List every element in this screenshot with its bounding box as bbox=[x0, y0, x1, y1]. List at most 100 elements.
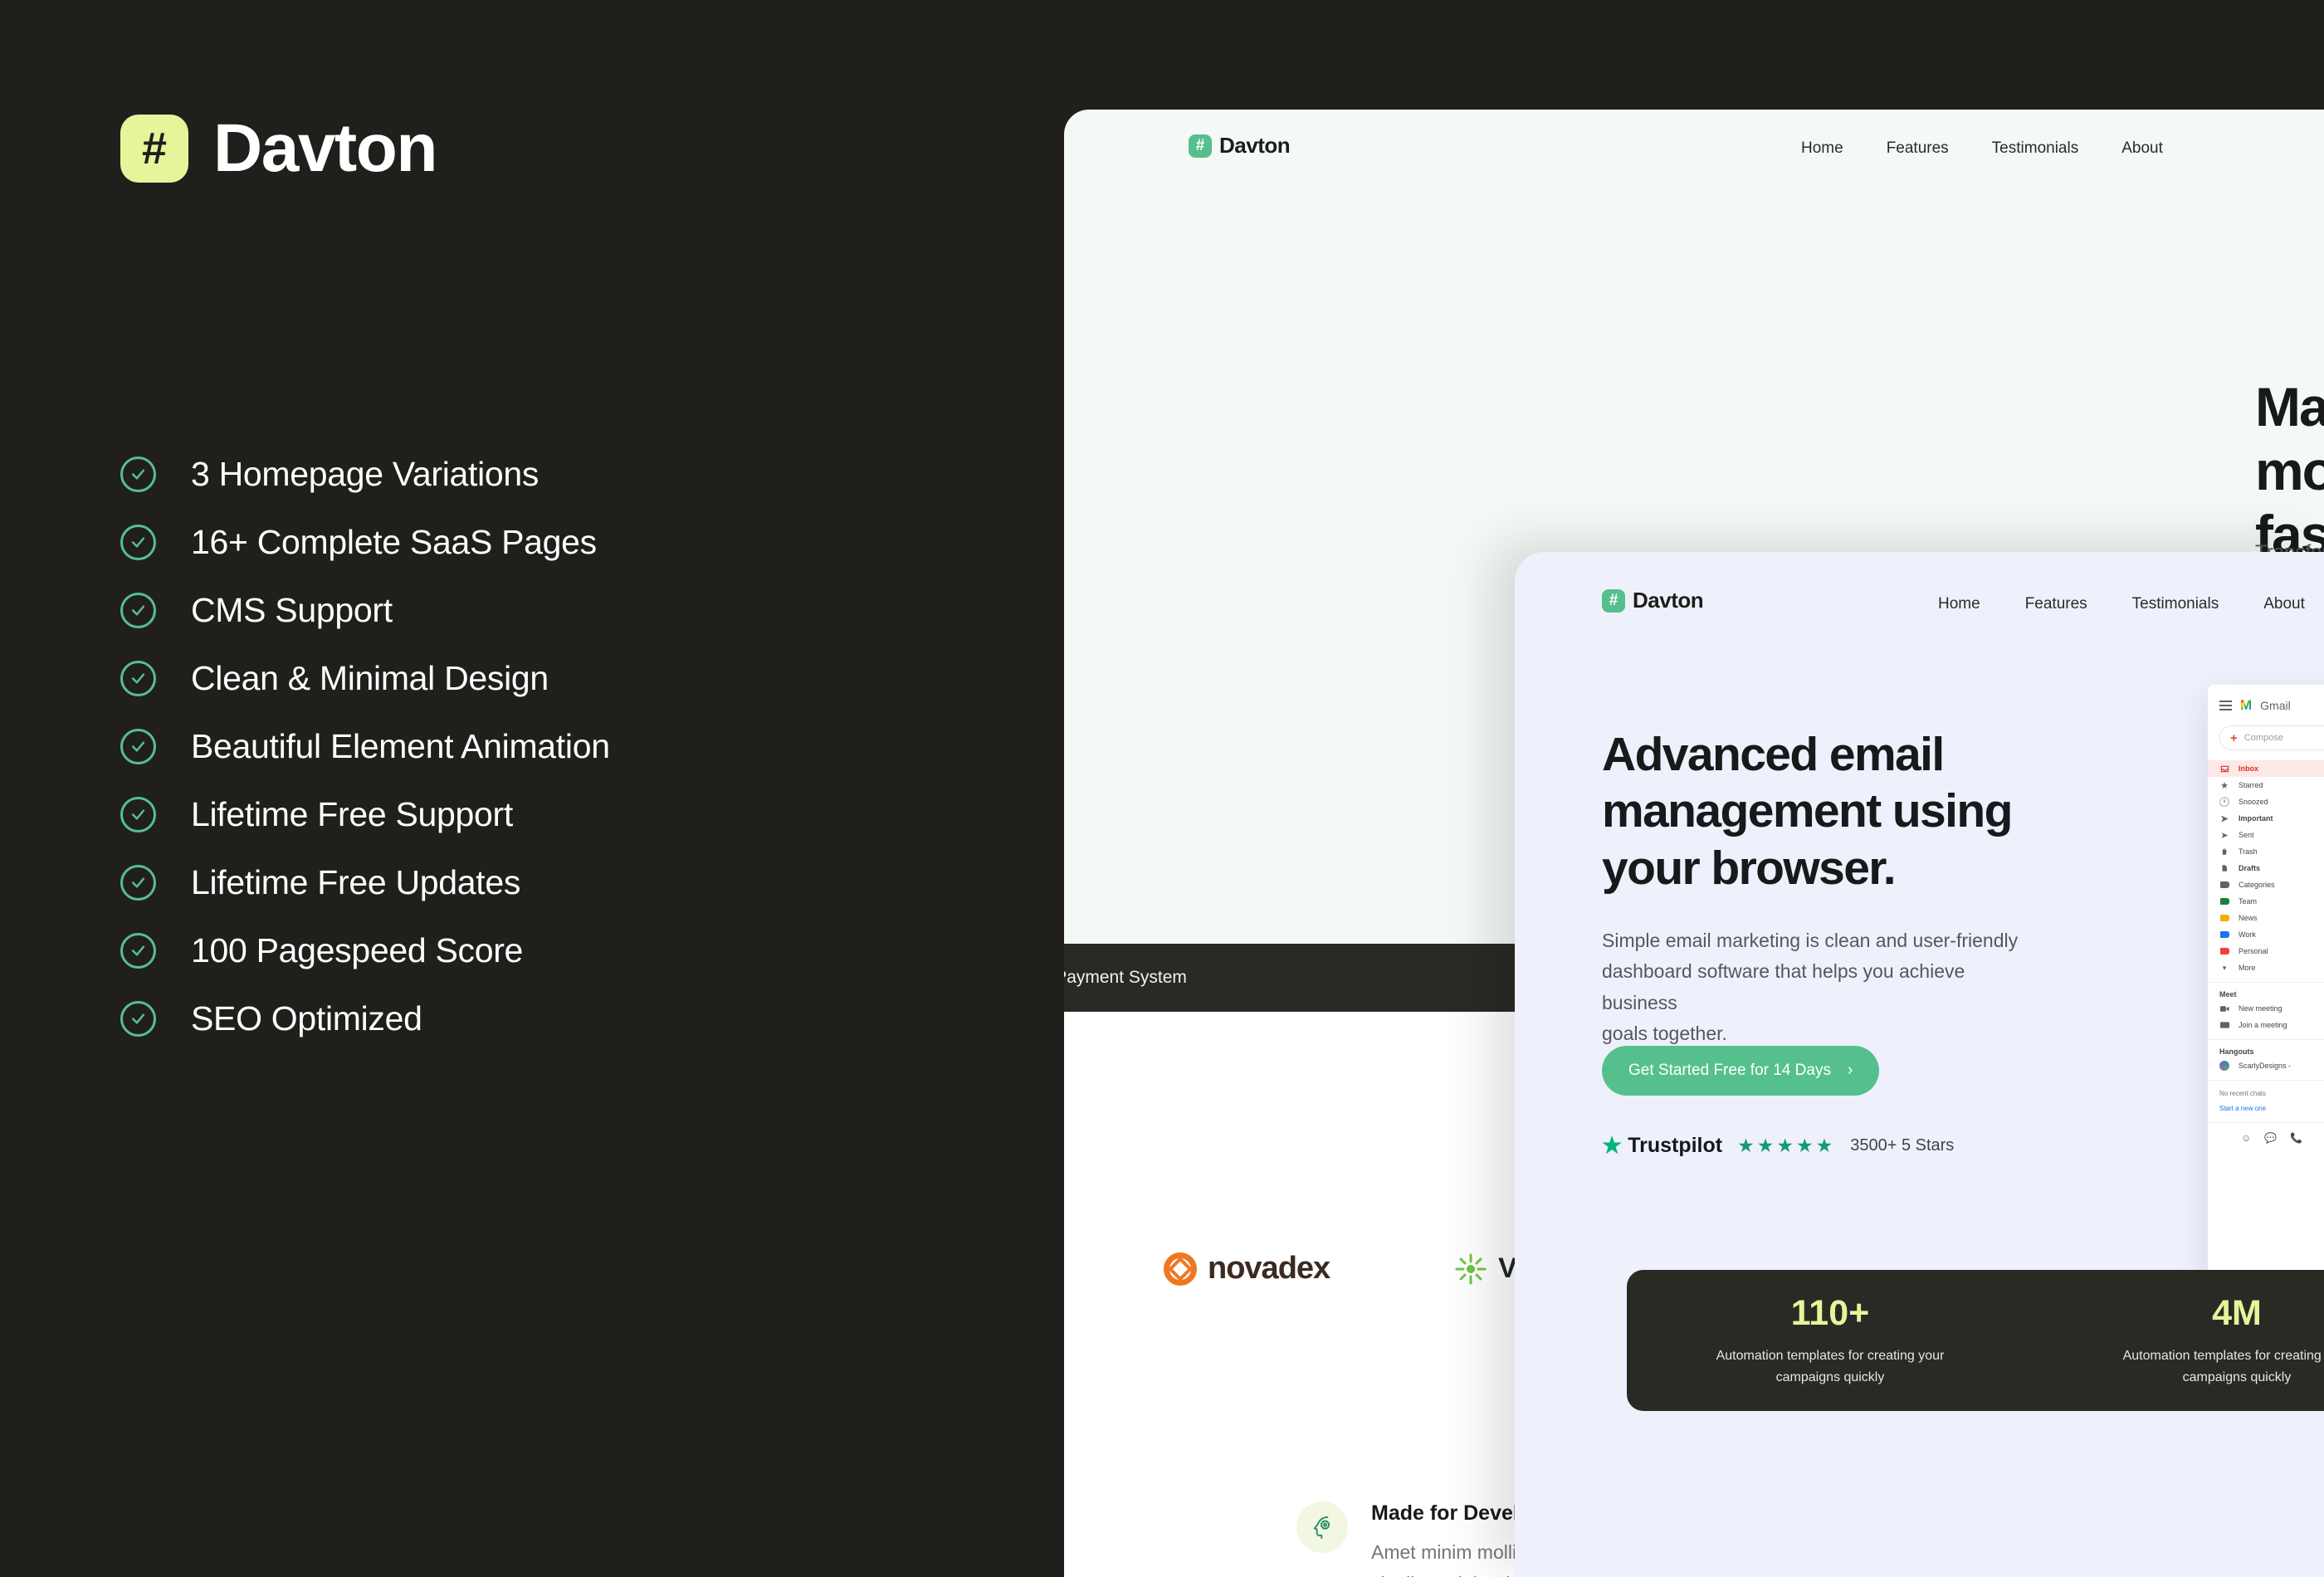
gmail-item-more[interactable]: ▾ More bbox=[2208, 959, 2324, 976]
get-started-free-button[interactable]: Get Started Free for 14 Days › bbox=[1602, 1046, 1880, 1096]
avatar bbox=[2219, 1061, 2229, 1071]
hangouts-section-header: Hangouts bbox=[2219, 1047, 2254, 1056]
dev-body: Amet minim mollit sit aliqua dolor do co… bbox=[1371, 1537, 1531, 1577]
gmail-item-label: Snoozed bbox=[2239, 798, 2268, 806]
feature-chip: ed Payment System bbox=[1064, 968, 1187, 988]
mockup1-logo[interactable]: # Davton bbox=[1189, 133, 1291, 159]
chat-icon[interactable]: 💬 bbox=[2264, 1132, 2277, 1144]
check-circle-icon bbox=[120, 796, 156, 832]
feature-label: Lifetime Free Support bbox=[191, 794, 513, 833]
meet-section-header: Meet bbox=[2219, 990, 2237, 998]
compose-label: Compose bbox=[2243, 733, 2283, 743]
check-circle-icon bbox=[120, 592, 156, 628]
feature-label: CMS Support bbox=[191, 590, 393, 629]
label-icon bbox=[2219, 930, 2229, 940]
gmail-item-news[interactable]: News bbox=[2208, 910, 2324, 926]
gmail-item-snoozed[interactable]: 🕐 Snoozed bbox=[2208, 793, 2324, 810]
left-promo-panel: # Davton 3 Homepage Variations 16+ Compl… bbox=[0, 0, 1064, 1577]
hero-sub-line1: Simple email marketing is clean and user… bbox=[1602, 930, 2019, 951]
mockup2-hero-title: Advanced email management using your bro… bbox=[1602, 726, 2013, 896]
gmail-hangouts-user[interactable]: ScarlyDesigns - bbox=[2208, 1057, 2324, 1074]
gmail-logo-icon: M bbox=[2240, 697, 2253, 713]
nav-item-testimonials[interactable]: Testimonials bbox=[1992, 139, 2079, 158]
gmail-item-categories[interactable]: Categories bbox=[2208, 876, 2324, 893]
hero-title-line1: Manage money, bbox=[2255, 376, 2324, 502]
gmail-sidebar-panel: M Gmail + Compose Inbox ★ Starred 🕐 Snoo… bbox=[2208, 685, 2324, 1282]
gmail-item-team[interactable]: Team bbox=[2208, 893, 2324, 910]
check-circle-icon bbox=[120, 660, 156, 696]
chevron-right-icon: › bbox=[1847, 1062, 1853, 1079]
gmail-item-join-meeting[interactable]: Join a meeting bbox=[2208, 1017, 2324, 1033]
inbox-icon bbox=[2219, 764, 2229, 774]
divider bbox=[2208, 1122, 2324, 1123]
gmail-item-label: New meeting bbox=[2239, 1004, 2282, 1013]
keyboard-icon bbox=[2219, 1020, 2229, 1030]
nav-item-home[interactable]: Home bbox=[1938, 595, 1980, 613]
logo-novadex: novadex bbox=[1164, 1251, 1330, 1286]
nav-item-testimonials[interactable]: Testimonials bbox=[2132, 595, 2219, 613]
stat-caption: Automation templates for creating your c… bbox=[1716, 1348, 1945, 1384]
hero-sub-line2: dashboard software that helps you achiev… bbox=[1602, 960, 1965, 1013]
divider bbox=[2208, 1080, 2324, 1081]
gmail-item-label: Personal bbox=[2239, 947, 2268, 955]
mockup1-nav-links: Home Features Testimonials About bbox=[1801, 139, 2163, 158]
gmail-item-label: Work bbox=[2239, 930, 2256, 939]
no-recent-chats-text: No recent chats bbox=[2219, 1090, 2267, 1097]
check-circle-icon bbox=[120, 728, 156, 764]
brand-name: Davton bbox=[213, 110, 437, 186]
website-mockup-email: # Davton Home Features Testimonials Abou… bbox=[1515, 552, 2324, 1577]
divider bbox=[2208, 982, 2324, 983]
gmail-item-work[interactable]: Work bbox=[2208, 926, 2324, 943]
mockup2-logo[interactable]: # Davton bbox=[1602, 588, 1704, 613]
gmail-header: M Gmail bbox=[2208, 695, 2324, 722]
cta-label: Get Started Free for 14 Days bbox=[1628, 1062, 1831, 1079]
feature-label: Lifetime Free Updates bbox=[191, 862, 521, 901]
made-for-developers-block: Made for Develo Amet minim mollit sit al… bbox=[1296, 1501, 1531, 1577]
nav-item-about[interactable]: About bbox=[2263, 595, 2305, 613]
compose-button[interactable]: + Compose bbox=[2219, 725, 2324, 750]
hash-icon: # bbox=[1602, 588, 1625, 613]
dev-body-line1: Amet minim mollit bbox=[1371, 1541, 1522, 1563]
check-circle-icon bbox=[120, 864, 156, 901]
feature-item: 3 Homepage Variations bbox=[120, 440, 610, 508]
nav-item-home[interactable]: Home bbox=[1801, 139, 1843, 158]
nav-item-about[interactable]: About bbox=[2121, 139, 2163, 158]
hash-icon: # bbox=[1189, 134, 1212, 158]
gmail-item-label: Trash bbox=[2239, 847, 2258, 856]
gmail-item-label: Categories bbox=[2239, 881, 2275, 889]
hamburger-menu-icon[interactable] bbox=[2219, 700, 2232, 710]
check-circle-icon bbox=[120, 524, 156, 560]
gmail-item-new-meeting[interactable]: New meeting bbox=[2208, 1000, 2324, 1017]
check-circle-icon bbox=[120, 1000, 156, 1037]
label-icon bbox=[2219, 880, 2229, 890]
gmail-item-starred[interactable]: ★ Starred bbox=[2208, 777, 2324, 793]
feature-item: Lifetime Free Support bbox=[120, 780, 610, 848]
trustpilot-name: Trustpilot bbox=[1628, 1134, 1723, 1157]
gmail-item-important[interactable]: ➤ Important bbox=[2208, 810, 2324, 827]
gmail-item-personal[interactable]: Personal bbox=[2208, 943, 2324, 959]
clock-icon: 🕐 bbox=[2219, 797, 2230, 808]
hero-title-line3: your browser. bbox=[1602, 841, 1897, 895]
gmail-item-drafts[interactable]: Drafts bbox=[2208, 860, 2324, 876]
gmail-item-label: More bbox=[2239, 964, 2256, 972]
label-icon bbox=[2219, 896, 2229, 906]
phone-icon[interactable]: 📞 bbox=[2290, 1132, 2302, 1144]
feature-list: 3 Homepage Variations 16+ Complete SaaS … bbox=[120, 440, 610, 1052]
novadex-label: novadex bbox=[1208, 1251, 1330, 1286]
start-new-chat-link[interactable]: Start a new one bbox=[2208, 1101, 2324, 1116]
stats-bar: 110+ Automation templates for creating y… bbox=[1627, 1270, 2324, 1411]
trustpilot-star-icon: ★ bbox=[1602, 1133, 1623, 1158]
person-icon[interactable]: ☺ bbox=[2241, 1132, 2251, 1144]
nav-item-features[interactable]: Features bbox=[2025, 595, 2087, 613]
gmail-item-sent[interactable]: ➤ Sent bbox=[2208, 827, 2324, 843]
gmail-item-trash[interactable]: Trash bbox=[2208, 843, 2324, 860]
plus-icon: + bbox=[2230, 730, 2238, 745]
gmail-item-label: Drafts bbox=[2239, 864, 2261, 872]
nav-item-features[interactable]: Features bbox=[1887, 139, 1949, 158]
gmail-brand-text: Gmail bbox=[2260, 698, 2291, 712]
gmail-item-inbox[interactable]: Inbox bbox=[2208, 760, 2324, 777]
check-circle-icon bbox=[120, 932, 156, 969]
vireo-icon bbox=[1454, 1252, 1487, 1286]
chevron-down-icon: ▾ bbox=[2222, 963, 2227, 972]
stat-number: 4M bbox=[2212, 1293, 2262, 1334]
